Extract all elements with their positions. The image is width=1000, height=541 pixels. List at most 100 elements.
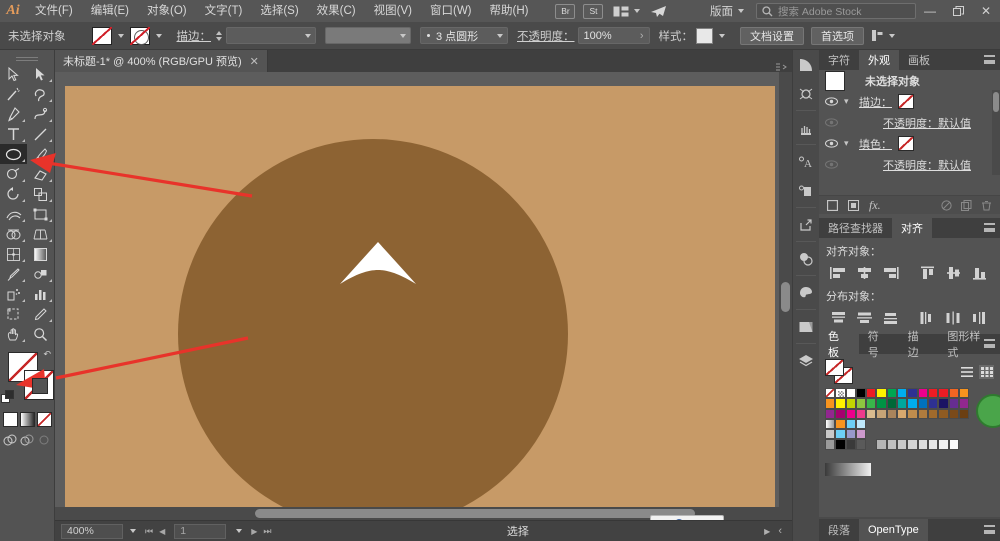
preferences-button[interactable]: 首选项	[811, 26, 864, 45]
appearance-stroke-swatch[interactable]	[898, 94, 914, 109]
toolbar-grip[interactable]	[0, 50, 54, 64]
color-mode-button[interactable]	[2, 412, 18, 427]
tab-character[interactable]: 字符	[819, 50, 859, 70]
tool-eyedropper[interactable]	[0, 264, 27, 284]
swatch-registration[interactable]	[835, 388, 846, 399]
visibility-eye-icon[interactable]	[825, 139, 838, 148]
align-right-button[interactable]	[877, 262, 903, 283]
swatch-cell[interactable]	[938, 408, 949, 419]
triangle-shape[interactable]	[340, 242, 416, 284]
tab-artboards[interactable]: 画板	[899, 50, 939, 70]
swatch-cell[interactable]	[897, 398, 908, 409]
tool-paintbrush[interactable]	[27, 144, 54, 164]
tab-swatches[interactable]: 色板	[819, 331, 859, 359]
tab-opentype[interactable]: OpenType	[859, 519, 928, 541]
artboard[interactable]	[65, 86, 775, 520]
artboard-dropdown[interactable]	[229, 529, 249, 533]
swatch-cell[interactable]	[876, 398, 887, 409]
swatch-cell[interactable]	[917, 398, 928, 409]
swatch-cell[interactable]	[927, 408, 939, 419]
canvas-vertical-scrollbar[interactable]	[779, 72, 792, 520]
distribute-top-button[interactable]	[825, 307, 851, 328]
fill-color-swatch[interactable]	[91, 26, 112, 45]
tabbar-overflow[interactable]	[775, 62, 792, 72]
swatch-cell[interactable]	[866, 408, 877, 419]
tool-width[interactable]	[0, 204, 27, 224]
visibility-eye-icon[interactable]	[825, 160, 838, 169]
appearance-row-stroke[interactable]: ▾ 描边：	[819, 91, 1000, 112]
swatch-cell[interactable]	[958, 398, 970, 409]
rail-item-pathfinder[interactable]	[793, 244, 820, 273]
stroke-weight-label[interactable]: 描边：	[177, 28, 212, 44]
swatch-cell[interactable]	[948, 388, 959, 399]
tool-ellipse[interactable]	[0, 144, 27, 164]
opacity-label[interactable]: 不透明度：	[517, 28, 575, 44]
distribute-left-button[interactable]	[914, 307, 940, 328]
swatch-cell[interactable]	[835, 429, 846, 440]
swatch-cell[interactable]	[825, 429, 836, 440]
rail-item-character-styles[interactable]: A	[793, 147, 820, 176]
swatch-cell[interactable]	[927, 439, 939, 450]
swatch-cell[interactable]	[845, 408, 856, 419]
tool-eraser[interactable]	[27, 164, 54, 184]
swatch-cell[interactable]	[886, 388, 898, 399]
canvas-vertical-scroll-thumb[interactable]	[781, 282, 790, 312]
align-vertical-center-button[interactable]	[940, 262, 966, 283]
distribute-horizontal-center-button[interactable]	[940, 307, 966, 328]
align-left-button[interactable]	[825, 262, 851, 283]
tool-line-segment[interactable]	[27, 124, 54, 144]
swatch-cell[interactable]	[897, 439, 908, 450]
appearance-row-stroke-opacity[interactable]: 不透明度：默认值	[819, 112, 1000, 133]
swatch-cell[interactable]	[825, 398, 836, 409]
swatch-cell[interactable]	[835, 398, 846, 409]
close-button[interactable]: ✕	[972, 0, 1000, 22]
stroke-swatch-dropdown[interactable]	[150, 33, 168, 38]
swatches-current-colors[interactable]	[825, 359, 855, 385]
distribute-bottom-button[interactable]	[877, 307, 903, 328]
control-bar-overflow[interactable]	[871, 29, 895, 42]
menu-effect[interactable]: 效果(C)	[308, 0, 365, 22]
ellipse-shape[interactable]	[178, 139, 568, 520]
tab-symbols[interactable]: 符号	[859, 331, 899, 359]
menu-type[interactable]: 文字(T)	[196, 0, 252, 22]
swatch-cell[interactable]	[876, 408, 887, 419]
panel-menu-icon[interactable]	[984, 223, 995, 232]
workspace-switcher[interactable]: 版面	[704, 3, 750, 19]
close-icon[interactable]: ✕	[250, 55, 259, 68]
swatch-cell[interactable]	[927, 398, 939, 409]
stroke-weight-select[interactable]	[226, 27, 316, 44]
tool-gradient[interactable]	[27, 244, 54, 264]
menu-edit[interactable]: 编辑(E)	[82, 0, 138, 22]
align-bottom-button[interactable]	[966, 262, 992, 283]
swatch-cell[interactable]	[866, 398, 877, 409]
chevron-down-icon[interactable]: ▾	[844, 138, 853, 149]
swatch-cell[interactable]	[825, 418, 836, 430]
menu-object[interactable]: 对象(O)	[138, 0, 196, 22]
menu-window[interactable]: 窗口(W)	[421, 0, 481, 22]
rail-item-brushes[interactable]	[793, 113, 820, 142]
distribute-right-button[interactable]	[966, 307, 992, 328]
rail-item-paragraph-styles[interactable]	[793, 176, 820, 205]
tool-zoom[interactable]	[27, 324, 54, 344]
tool-shape-builder[interactable]	[0, 224, 27, 244]
add-new-effect-icon[interactable]: fx.	[869, 198, 881, 213]
stroke-swatch-large[interactable]	[24, 370, 54, 400]
swatch-cell[interactable]	[938, 439, 949, 450]
tool-slice[interactable]	[27, 304, 54, 324]
swatch-cell[interactable]	[917, 439, 928, 450]
swatch-cell[interactable]	[938, 398, 949, 409]
appearance-row-fill-opacity[interactable]: 不透明度：默认值	[819, 154, 1000, 175]
opacity-field[interactable]: 100% ›	[577, 27, 650, 44]
distribute-vertical-center-button[interactable]	[851, 307, 877, 328]
panel-menu-icon[interactable]	[984, 339, 995, 348]
stock-plane-icon[interactable]	[650, 5, 667, 18]
first-artboard-button[interactable]: ⏮	[145, 526, 153, 537]
tool-curvature[interactable]	[27, 104, 54, 124]
swatch-cell[interactable]	[927, 388, 939, 399]
swatch-cell[interactable]	[845, 418, 856, 430]
tool-shaper[interactable]	[0, 164, 27, 184]
zoom-level-dropdown[interactable]	[123, 529, 143, 533]
swatch-cell[interactable]	[845, 388, 856, 399]
swatch-cell[interactable]	[876, 439, 887, 450]
panel-menu-icon[interactable]	[984, 525, 995, 534]
